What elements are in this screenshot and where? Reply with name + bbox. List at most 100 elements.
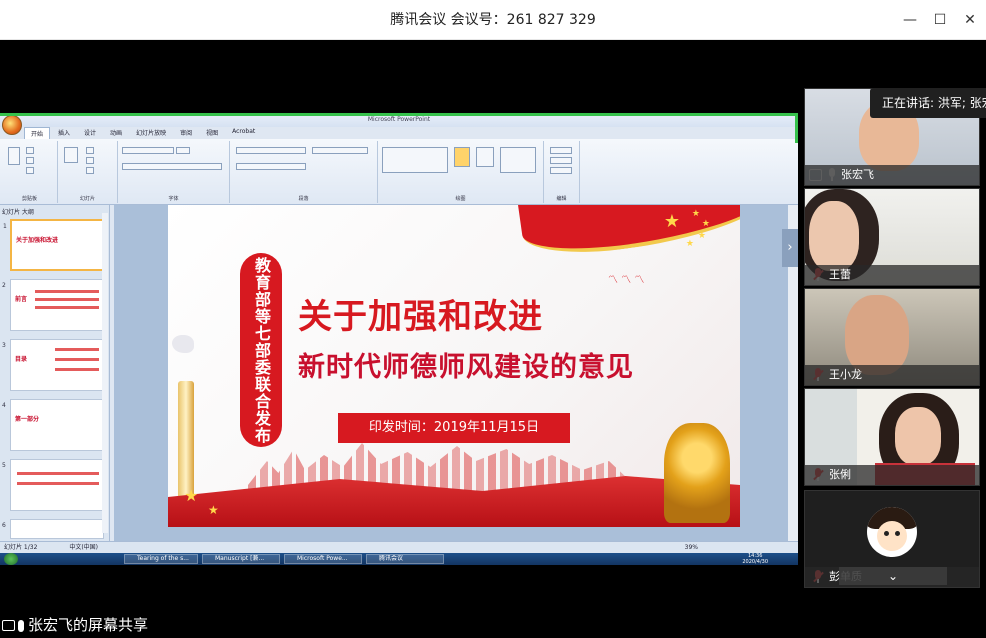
reset-icon[interactable]: [86, 157, 94, 164]
thumbnail-line: [35, 298, 99, 301]
ribbon: 剪贴板 幻灯片 字体 段落 绘图 编辑: [0, 139, 798, 205]
ribbon-group-label: 幻灯片: [79, 196, 95, 202]
participant-face: [809, 201, 859, 271]
issue-date-box: 印发时间：2019年11月15日: [338, 413, 570, 443]
participant-name: 王蕾: [805, 265, 979, 285]
tab-acrobat[interactable]: Acrobat: [226, 127, 261, 139]
new-slide-icon[interactable]: [64, 147, 78, 163]
taskbar-item[interactable]: 腾讯会议: [366, 554, 444, 564]
font-format-row[interactable]: [122, 163, 222, 170]
tab-slideshow[interactable]: 幻灯片放映: [130, 127, 172, 139]
arrange-icon[interactable]: [454, 147, 470, 167]
participant-name: 张宏飞: [805, 165, 979, 185]
tab-design[interactable]: 设计: [78, 127, 102, 139]
slide-title-line2: 新时代师德师风建设的意见: [298, 352, 634, 383]
ribbon-group-label: 绘图: [455, 196, 466, 202]
tab-insert[interactable]: 插入: [52, 127, 76, 139]
list-buttons-row[interactable]: [236, 147, 306, 154]
close-icon[interactable]: ✕: [958, 8, 982, 32]
select-icon[interactable]: [550, 167, 572, 174]
thumbnail-label: 前言: [15, 296, 28, 303]
thumbnail-tabs[interactable]: 幻灯片 大纲: [2, 207, 34, 216]
minimize-icon[interactable]: —: [898, 8, 922, 32]
office-button-icon[interactable]: [2, 115, 22, 135]
start-button-icon[interactable]: [4, 553, 18, 565]
taskbar-item[interactable]: Manuscript [兼...: [202, 554, 280, 564]
slide-thumbnails-pane: 幻灯片 大纲 1 关于加强和改进 2 前言 3 目录 4 第一部分 5 6: [0, 205, 110, 541]
thumbnail-slide[interactable]: 1 关于加强和改进: [3, 219, 104, 271]
ribbon-group-font: 字体: [118, 141, 230, 203]
window-titlebar: 腾讯会议 会议号：261 827 329 — ☐ ✕: [0, 0, 986, 40]
shapes-gallery[interactable]: [382, 147, 448, 173]
tab-view[interactable]: 视图: [200, 127, 224, 139]
thumbnail-slide[interactable]: 5: [2, 459, 104, 511]
sharer-name: 张宏飞的屏幕共享: [28, 616, 149, 634]
star-icon: ★: [691, 209, 700, 219]
replace-icon[interactable]: [550, 157, 572, 164]
cut-icon[interactable]: [26, 147, 34, 154]
star-icon: ★: [701, 219, 710, 229]
thumbnail-line: [55, 358, 99, 361]
maximize-icon[interactable]: ☐: [928, 8, 952, 32]
participant-tile[interactable]: 王蕾: [804, 188, 980, 286]
tab-animation[interactable]: 动画: [104, 127, 128, 139]
thumbnail-line: [55, 368, 99, 371]
ribbon-group-clipboard: 剪贴板: [2, 141, 58, 203]
birds-decoration: 〽 〽 〽: [608, 275, 645, 286]
thumbnail-line: [17, 482, 99, 485]
thumbnail-label: 关于加强和改进: [16, 237, 59, 244]
collapse-chevron-icon[interactable]: ⌄: [839, 567, 947, 585]
ribbon-group-label: 字体: [168, 196, 179, 202]
dove-icon: [172, 335, 194, 353]
system-clock: 14:36 2020/4/30: [742, 553, 768, 565]
copy-icon[interactable]: [26, 157, 34, 164]
windows-taskbar: Tearing of the s... Manuscript [兼... Mic…: [0, 553, 798, 565]
participant-tile[interactable]: 王小龙: [804, 288, 980, 386]
tab-review[interactable]: 审阅: [174, 127, 198, 139]
align-buttons-row[interactable]: [236, 163, 306, 170]
meeting-title: 腾讯会议 会议号：261 827 329: [390, 12, 596, 28]
thumbnail-line: [17, 472, 99, 475]
text-direction-button[interactable]: [312, 147, 368, 154]
star-icon: ★: [663, 211, 680, 232]
thumbnail-number: 4: [2, 402, 6, 409]
quick-styles-icon[interactable]: [476, 147, 494, 167]
top-red-ribbon: [516, 205, 740, 263]
thumbnail-number: 3: [2, 342, 6, 349]
participant-tile[interactable]: 彭单质 ⌄: [804, 490, 980, 588]
taskbar-item[interactable]: Microsoft Powe...: [284, 554, 362, 564]
zoom-level[interactable]: 39%: [685, 542, 698, 553]
ribbon-group-drawing: 绘图: [378, 141, 544, 203]
thumbnail-slide[interactable]: 6: [2, 519, 104, 539]
thumbnail-line: [55, 348, 99, 351]
thumbnail-line: [35, 290, 99, 293]
format-painter-icon[interactable]: [26, 167, 34, 174]
thumbnail-slide[interactable]: 4 第一部分: [2, 399, 104, 451]
delete-icon[interactable]: [86, 167, 94, 174]
tab-home[interactable]: 开始: [24, 127, 51, 139]
paste-icon[interactable]: [8, 147, 20, 165]
shape-fill-outline[interactable]: [500, 147, 536, 173]
thumbnail-number: 5: [2, 462, 6, 469]
star-icon: ★: [685, 239, 694, 249]
language-status: 中文(中国): [69, 544, 98, 551]
star-icon: ★: [208, 503, 219, 517]
font-size-select[interactable]: [176, 147, 190, 154]
thumbnail-label: 目录: [15, 356, 28, 363]
thumbnail-slide[interactable]: 3 目录: [2, 339, 104, 391]
screen-share-icon: [2, 620, 15, 631]
participant-tile[interactable]: 张俐: [804, 388, 980, 486]
star-icon: ★: [184, 486, 199, 505]
thumbnail-slide[interactable]: 2 前言: [2, 279, 104, 331]
find-icon[interactable]: [550, 147, 572, 154]
thumbnail-scrollbar[interactable]: [102, 213, 108, 533]
font-family-select[interactable]: [122, 147, 174, 154]
thumbnail-label: 第一部分: [15, 416, 40, 423]
taskbar-item[interactable]: Tearing of the s...: [124, 554, 198, 564]
thumbnail-number: 1: [3, 223, 7, 230]
ribbon-group-label: 编辑: [556, 196, 567, 202]
layout-icon[interactable]: [86, 147, 94, 154]
next-page-arrow-icon[interactable]: ›: [782, 229, 798, 267]
avatar: [867, 507, 917, 557]
participant-name: 张俐: [805, 465, 979, 485]
